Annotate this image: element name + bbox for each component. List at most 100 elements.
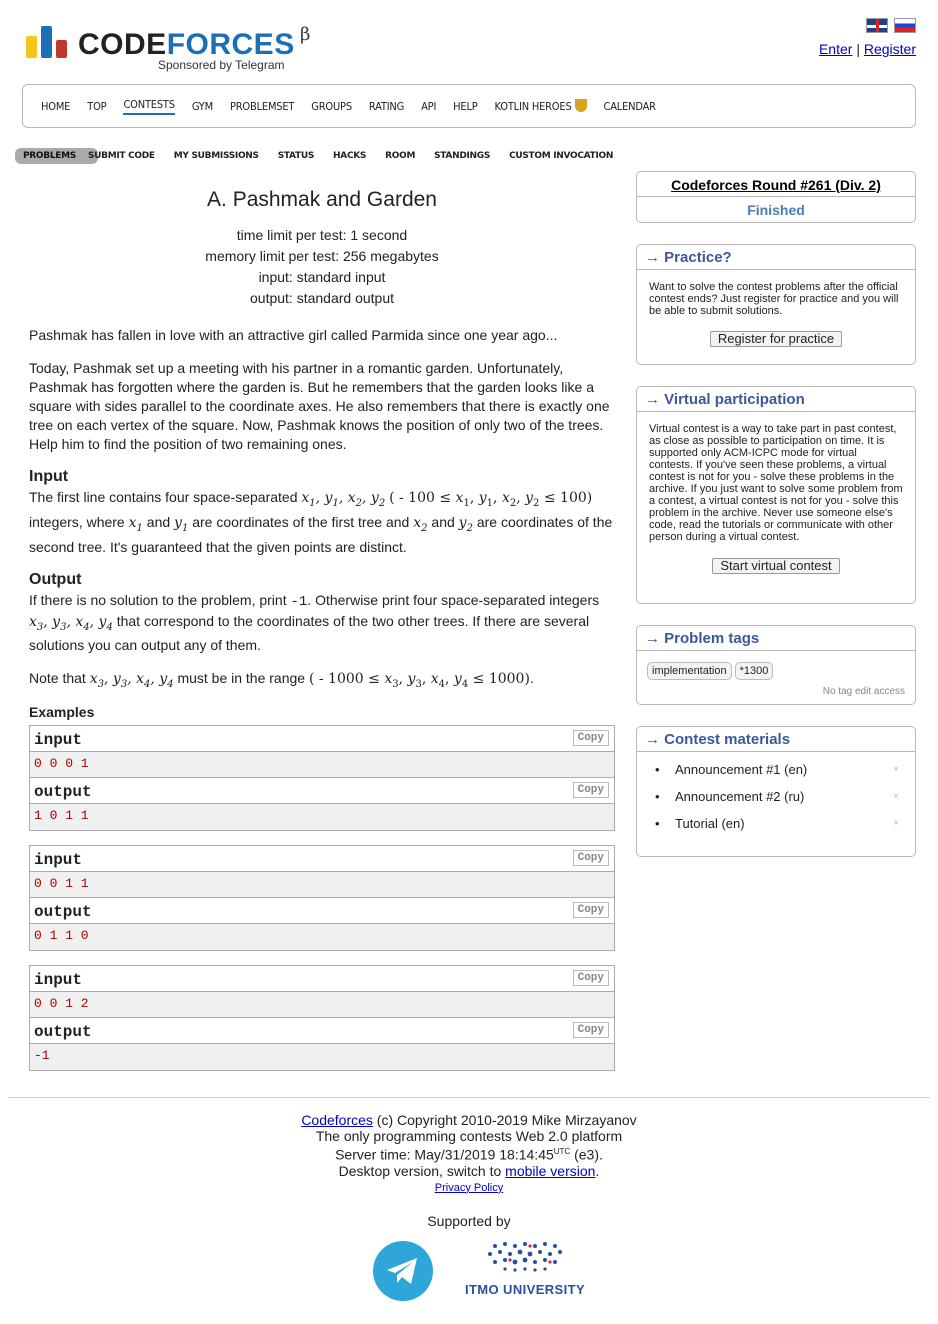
itmo-dots-icon: [488, 1242, 562, 1272]
sample-output-label: output: [34, 783, 92, 802]
contest-submenu: Problems Submit Code My Submissions Stat…: [15, 147, 632, 165]
tags-title: Problem tags: [664, 630, 760, 647]
output-file: output: standard output: [250, 290, 394, 306]
sample-test: input Copy 0 0 1 1 output Copy 0 1 1 0: [29, 845, 615, 952]
material-item[interactable]: Announcement #1 (en)×: [655, 762, 903, 789]
sample-input-label: input: [34, 731, 83, 750]
sample-test: input Copy 0 0 1 2 output Copy -1: [29, 965, 615, 1072]
round-name-link[interactable]: Codeforces Round #261 (Div. 2): [671, 177, 881, 193]
codeforces-link[interactable]: Codeforces: [301, 1112, 373, 1128]
menu-home[interactable]: Home: [41, 100, 70, 113]
problem-note: Note that x3, y3, x4, y4 must be in the …: [29, 670, 534, 691]
tag-difficulty[interactable]: *1300: [734, 662, 774, 680]
submenu-my-submissions[interactable]: My Submissions: [174, 151, 259, 161]
copy-button[interactable]: Copy: [572, 902, 609, 919]
main-menu: Home Top Contests Gym Problemset Groups …: [22, 84, 916, 128]
beta-mark: β: [300, 24, 311, 45]
practice-box: → Practice? Want to solve the contest pr…: [636, 244, 916, 365]
menu-gym[interactable]: Gym: [192, 100, 213, 113]
practice-text: Want to solve the contest problems after…: [649, 281, 899, 317]
server-time: Server time: May/31/2019 18:14:45UTC (e3…: [335, 1146, 603, 1163]
submenu-problems[interactable]: Problems: [15, 148, 98, 164]
submenu-status[interactable]: Status: [278, 151, 315, 161]
menu-api[interactable]: API: [421, 100, 436, 113]
menu-problemset[interactable]: Problemset: [230, 100, 295, 113]
memory-limit: memory limit per test: 256 megabytes: [205, 248, 439, 264]
footer: Codeforces (c) Copyright 2010-2019 Mike …: [0, 1112, 938, 1196]
menu-top[interactable]: Top: [87, 100, 106, 113]
mobile-version-link[interactable]: mobile version: [505, 1163, 595, 1179]
russian-flag-icon[interactable]: [894, 18, 916, 33]
copy-button[interactable]: Copy: [572, 1022, 609, 1039]
sample-test: input Copy 0 0 0 1 output Copy 1 0 1 1: [29, 725, 615, 832]
problem-tags-box: → Problem tags implementation *1300 No ta…: [636, 625, 916, 705]
submenu-standings[interactable]: Standings: [434, 151, 490, 161]
english-flag-icon[interactable]: [866, 18, 888, 33]
arrow-icon: →: [645, 731, 660, 748]
material-item[interactable]: Tutorial (en)×: [655, 816, 903, 843]
sample-input-label: input: [34, 851, 83, 870]
logo-sponsor: Sponsored by Telegram: [158, 58, 285, 72]
register-practice-button[interactable]: Register for practice: [709, 331, 843, 347]
copy-button[interactable]: Copy: [572, 970, 609, 987]
menu-rating[interactable]: Rating: [369, 100, 404, 113]
menu-calendar[interactable]: Calendar: [604, 100, 657, 113]
examples-title: Examples: [29, 704, 95, 721]
virtual-title: Virtual participation: [664, 391, 805, 408]
sample-output-data: 0 1 1 0: [30, 924, 614, 951]
supported-by-label: Supported by: [427, 1213, 511, 1229]
menu-contests[interactable]: Contests: [123, 98, 175, 115]
copyright: (c) Copyright 2010-2019 Mike Mirzayanov: [376, 1112, 637, 1128]
itmo-university-logo[interactable]: ITMO UNIVERSITY: [463, 1240, 587, 1300]
virtual-text: Virtual contest is a way to take part in…: [649, 423, 903, 543]
submenu-custom-invocation[interactable]: Custom Invocation: [509, 151, 613, 161]
register-link[interactable]: Register: [864, 41, 916, 57]
sample-input-label: input: [34, 971, 83, 990]
footer-divider: [8, 1097, 930, 1098]
arrow-icon: →: [645, 630, 660, 647]
time-limit: time limit per test: 1 second: [236, 227, 408, 243]
input-file: input: standard input: [258, 269, 386, 285]
virtual-participation-box: → Virtual participation Virtual contest …: [636, 386, 916, 604]
problem-intro: Pashmak has fallen in love with an attra…: [29, 327, 558, 343]
practice-title: Practice?: [664, 249, 732, 266]
desktop-text: Desktop version, switch to: [338, 1162, 502, 1179]
enter-link[interactable]: Enter: [819, 41, 852, 57]
contest-materials-box: → Contest materials Announcement #1 (en)…: [636, 726, 916, 857]
start-virtual-contest-button[interactable]: Start virtual contest: [712, 558, 840, 574]
menu-kotlin-heroes-label: Kotlin Heroes: [494, 100, 572, 113]
sample-input-data: 0 0 0 1: [30, 752, 614, 779]
round-status: Finished: [747, 202, 805, 218]
submenu-submit-code[interactable]: Submit Code: [88, 151, 155, 161]
menu-groups[interactable]: Groups: [311, 100, 352, 113]
menu-help[interactable]: Help: [453, 100, 478, 113]
copy-button[interactable]: Copy: [572, 730, 609, 747]
auth-links: Enter | Register: [819, 41, 916, 57]
problem-statement: A. Pashmak and Garden time limit per tes…: [29, 188, 615, 1072]
sample-output-data: -1: [30, 1044, 614, 1071]
remove-icon: ×: [893, 791, 899, 802]
telegram-logo-icon[interactable]: [373, 1241, 433, 1301]
remove-icon: ×: [893, 818, 899, 829]
copy-button[interactable]: Copy: [572, 850, 609, 867]
arrow-icon: →: [645, 249, 660, 266]
arrow-icon: →: [645, 391, 660, 408]
sample-output-label: output: [34, 1023, 92, 1042]
material-item[interactable]: Announcement #2 (ru)×: [655, 789, 903, 816]
problem-title: A. Pashmak and Garden: [207, 188, 437, 211]
logo-bars-icon: [26, 26, 70, 58]
submenu-hacks[interactable]: Hacks: [333, 151, 366, 161]
input-specification: The first line contains four space-separ…: [29, 489, 613, 555]
problem-legend: Today, Pashmak set up a meeting with his…: [29, 360, 610, 452]
logo-text: CODEFORCES: [78, 28, 295, 61]
contest-info-box: Codeforces Round #261 (Div. 2) Finished: [636, 171, 916, 223]
menu-kotlin-heroes[interactable]: Kotlin Heroes: [495, 99, 587, 113]
sample-output-label: output: [34, 903, 92, 922]
submenu-room[interactable]: Room: [385, 151, 415, 161]
privacy-policy-link[interactable]: Privacy Policy: [435, 1182, 503, 1194]
tag-implementation[interactable]: implementation: [647, 662, 732, 680]
itmo-text: ITMO UNIVERSITY: [464, 1282, 586, 1297]
codeforces-logo[interactable]: CODEFORCES β Sponsored by Telegram: [26, 24, 326, 76]
language-flags: [866, 18, 916, 33]
copy-button[interactable]: Copy: [572, 782, 609, 799]
